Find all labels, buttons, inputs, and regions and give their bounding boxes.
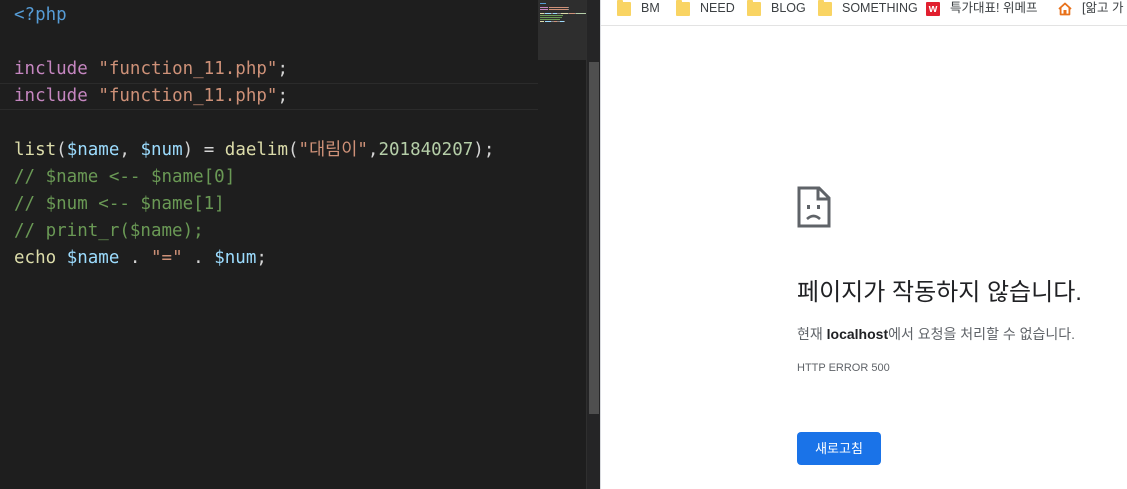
- sad-page-icon: [797, 186, 831, 232]
- wemakeprice-icon: w: [926, 2, 940, 16]
- minimap-line: [568, 9, 569, 10]
- minimap[interactable]: [538, 0, 588, 489]
- error-title: 페이지가 작동하지 않습니다.: [797, 279, 1082, 306]
- browser-window: BM NEED BLOG SOMETHING w 특가대표! 위메프 [앎고 가: [600, 0, 1127, 489]
- minimap-line: [549, 9, 568, 10]
- code-line: // $name <-- $name[0]: [14, 164, 235, 191]
- code-line: <?php: [14, 2, 67, 29]
- code-line: // print_r($name);: [14, 218, 204, 245]
- code-token: "function_11.php": [98, 86, 278, 106]
- code-line: // $num <-- $name[1]: [14, 191, 225, 218]
- minimap-line: [540, 19, 560, 20]
- bookmarks-bar: BM NEED BLOG SOMETHING w 특가대표! 위메프 [앎고 가: [601, 0, 1127, 26]
- code-token: $name: [66, 248, 120, 268]
- code-line: list($name, $num) = daelim("대림이",2018402…: [14, 137, 494, 164]
- minimap-line: [568, 7, 569, 8]
- minimap-line: [540, 9, 548, 10]
- editor-scrollbar[interactable]: [586, 0, 600, 489]
- code-token: );: [473, 140, 495, 160]
- house-icon: [1058, 2, 1072, 16]
- code-token: .: [182, 248, 215, 268]
- code-token: $num: [214, 248, 257, 268]
- code-token: ,: [367, 140, 379, 160]
- minimap-line: [564, 21, 565, 22]
- error-code: HTTP ERROR 500: [797, 362, 890, 374]
- reload-button[interactable]: 새로고침: [797, 432, 881, 465]
- code-token: <?php: [14, 5, 67, 25]
- code-token: daelim: [224, 140, 288, 160]
- minimap-line: [549, 7, 568, 8]
- error-host: localhost: [826, 326, 889, 342]
- code-token: ) =: [182, 140, 225, 160]
- code-token: ;: [277, 59, 288, 79]
- code-token: .: [119, 248, 151, 268]
- minimap-line: [540, 15, 563, 16]
- code-line: echo $name . "=" . $num;: [14, 245, 267, 272]
- code-line: include "function_11.php";: [14, 56, 288, 83]
- code-token: 201840207: [378, 140, 474, 160]
- code-token: echo: [14, 248, 57, 268]
- folder-icon: [818, 0, 832, 16]
- minimap-line: [540, 3, 546, 4]
- code-token: "function_11.php": [98, 59, 278, 79]
- code-token: $name: [66, 140, 120, 160]
- code-token: include: [14, 86, 88, 106]
- code-token: // $num <-- $name[1]: [14, 194, 225, 214]
- code-token: ,: [119, 140, 141, 160]
- code-token: $num: [140, 140, 183, 160]
- code-token: list: [14, 140, 57, 160]
- folder-icon: [617, 0, 631, 16]
- code-token: (: [56, 140, 67, 160]
- minimap-line: [561, 13, 568, 14]
- code-line: include "function_11.php";: [14, 83, 288, 110]
- scrollbar-thumb[interactable]: [589, 62, 599, 414]
- code-token: // $name <-- $name[0]: [14, 167, 236, 187]
- folder-icon: [747, 0, 761, 16]
- minimap-line: [540, 7, 548, 8]
- folder-icon: [676, 0, 690, 16]
- minimap-line: [576, 13, 586, 14]
- code-token: "대림이": [298, 140, 368, 160]
- error-description: 현재 localhost에서 요청을 처리할 수 없습니다.: [797, 326, 1076, 342]
- code-token: // print_r($name);: [14, 221, 204, 241]
- code-token: ;: [256, 248, 267, 268]
- code-editor[interactable]: <?php include "function_11.php"; include "…: [0, 0, 538, 489]
- minimap-line: [540, 21, 544, 22]
- minimap-line: [540, 17, 562, 18]
- code-token: ;: [277, 86, 288, 106]
- code-token: "=": [151, 248, 183, 268]
- code-token: (: [288, 140, 299, 160]
- code-token: include: [14, 59, 88, 79]
